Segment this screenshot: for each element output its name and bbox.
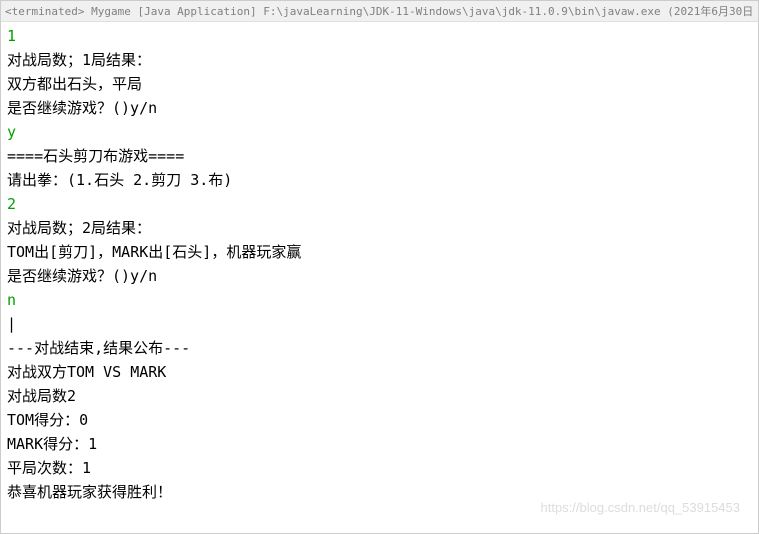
- watermark: https://blog.csdn.net/qq_53915453: [541, 500, 741, 515]
- user-input-1: 1: [7, 24, 752, 48]
- output-line: 是否继续游戏？()y/n: [7, 264, 752, 288]
- output-line: 对战双方TOM VS MARK: [7, 360, 752, 384]
- user-input-n: n: [7, 288, 752, 312]
- output-line: 对战局数；1局结果：: [7, 48, 752, 72]
- output-line: 对战局数；2局结果：: [7, 216, 752, 240]
- output-line: ---对战结束,结果公布---: [7, 336, 752, 360]
- output-line: MARK得分：1: [7, 432, 752, 456]
- cursor-line: |: [7, 312, 752, 336]
- console-header: <terminated> Mygame [Java Application] F…: [1, 1, 758, 22]
- output-line: ====石头剪刀布游戏====: [7, 144, 752, 168]
- user-input-y: y: [7, 120, 752, 144]
- output-line: 双方都出石头，平局: [7, 72, 752, 96]
- terminated-label: <terminated> Mygame [Java Application] F…: [5, 5, 758, 18]
- output-line: 是否继续游戏？()y/n: [7, 96, 752, 120]
- output-line: 平局次数：1: [7, 456, 752, 480]
- output-line: TOM出[剪刀]，MARK出[石头]，机器玩家赢: [7, 240, 752, 264]
- console-output: 1 对战局数；1局结果： 双方都出石头，平局 是否继续游戏？()y/n y ==…: [1, 22, 758, 506]
- user-input-2: 2: [7, 192, 752, 216]
- output-line: TOM得分：0: [7, 408, 752, 432]
- output-line: 请出拳：(1.石头 2.剪刀 3.布): [7, 168, 752, 192]
- output-line: 对战局数2: [7, 384, 752, 408]
